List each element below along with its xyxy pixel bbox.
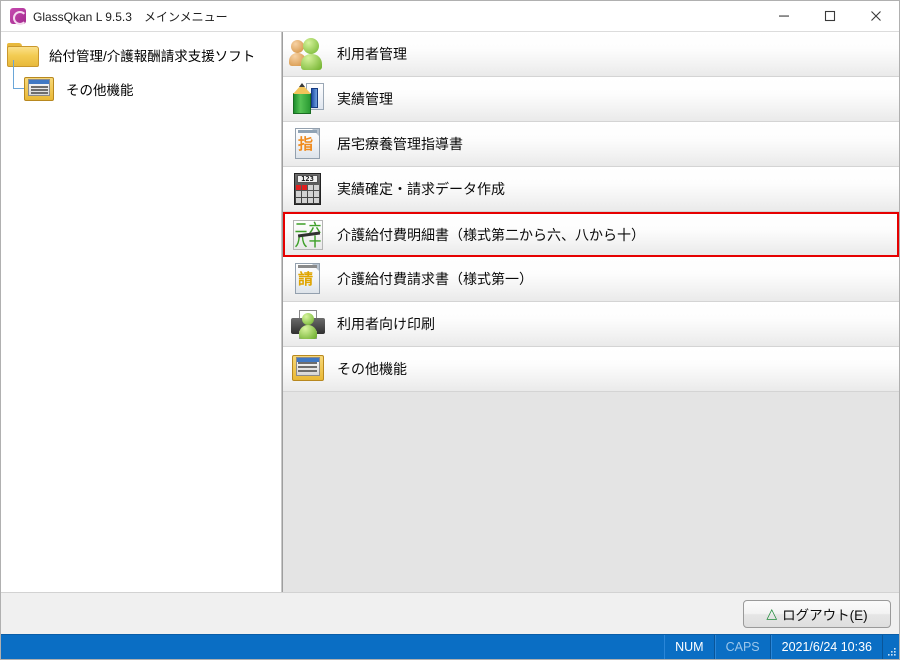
folder-list-icon [23,75,57,103]
menu-item-home-care-guidance[interactable]: 指 居宅療養管理指導書 [283,122,899,167]
resize-grip-glyph [888,648,896,656]
menu-item-label: 介護給付費請求書（様式第一） [337,271,533,287]
main-menu-list: 利用者管理 実績管理 指 居宅療養管理指導書 123 実績確定・請求データ作成 … [283,32,899,392]
menu-item-label: その他機能 [337,361,407,377]
tree-node-other-functions-label: その他機能 [66,83,134,98]
resize-grip-icon[interactable] [883,635,899,659]
status-datetime: 2021/6/24 10:36 [770,635,883,659]
menu-item-benefit-invoice[interactable]: 請 介護給付費請求書（様式第一） [283,257,899,302]
bottom-button-bar: △ ログアウト(E) [1,592,899,634]
title-bar: GlassQkan L 9.5.3 メインメニュー [1,1,899,32]
close-button[interactable] [853,1,899,31]
minimize-icon [779,15,789,17]
menu-item-label: 実績管理 [337,91,393,107]
minimize-button[interactable] [761,1,807,31]
menu-item-user-management[interactable]: 利用者管理 [283,32,899,77]
status-bar: NUM CAPS 2021/6/24 10:36 [1,634,899,659]
green-up-arrow-icon: △ [766,604,778,621]
menu-item-finalize-billing-data[interactable]: 123 実績確定・請求データ作成 [283,167,899,212]
printer-person-icon [289,305,327,343]
shi-document-icon: 指 [289,125,327,163]
menu-item-label: 実績確定・請求データ作成 [337,181,505,197]
maximize-icon [824,10,836,22]
tree-node-root-label: 給付管理/介護報酬請求支援ソフト [49,49,256,64]
users-icon [289,35,327,73]
window-body: 給付管理/介護報酬請求支援ソフト その他機能 利用者管理 実績管理 指 居宅療養… [1,32,899,592]
menu-item-benefit-statement[interactable]: 二 六 八 十 介護給付費明細書（様式第二から六、八から十） [283,212,899,257]
main-menu-panel: 利用者管理 実績管理 指 居宅療養管理指導書 123 実績確定・請求データ作成 … [282,32,899,592]
tree-node-root[interactable]: 給付管理/介護報酬請求支援ソフト [1,38,281,72]
menu-item-performance-management[interactable]: 実績管理 [283,77,899,122]
maximize-button[interactable] [807,1,853,31]
close-icon [871,11,881,21]
menu-item-label: 利用者向け印刷 [337,316,435,332]
menu-item-label: 利用者管理 [337,46,407,62]
shi-document-icon-glyph: 指 [297,135,313,153]
menu-item-label: 介護給付費明細書（様式第二から六、八から十） [337,226,645,243]
logout-button[interactable]: △ ログアウト(E) [743,599,891,628]
menu-item-other-functions[interactable]: その他機能 [283,347,899,392]
status-num-indicator: NUM [664,635,715,659]
sei-document-icon: 請 [289,260,327,298]
main-window: GlassQkan L 9.5.3 メインメニュー 給付管理/介護報酬請求支援ソ… [0,0,900,660]
logout-button-label: ログアウト(E) [782,607,868,623]
tree-node-other-functions[interactable]: その他機能 [1,60,281,106]
window-title: GlassQkan L 9.5.3 メインメニュー [33,9,228,24]
glassqkan-app-icon [10,8,27,25]
sei-document-icon-glyph: 請 [297,270,313,288]
menu-item-user-printing[interactable]: 利用者向け印刷 [283,302,899,347]
forms-numbers-icon-glyph-4: 十 [308,234,321,249]
navigation-tree-panel[interactable]: 給付管理/介護報酬請求支援ソフト その他機能 [1,32,282,592]
calculator-icon-display: 123 [297,175,318,183]
pencil-document-icon [289,80,327,118]
calculator-icon: 123 [289,170,327,208]
folder-list-icon [289,350,327,388]
forms-numbers-icon: 二 六 八 十 [289,216,327,254]
menu-item-label: 居宅療養管理指導書 [337,136,463,152]
status-caps-indicator: CAPS [714,635,771,659]
